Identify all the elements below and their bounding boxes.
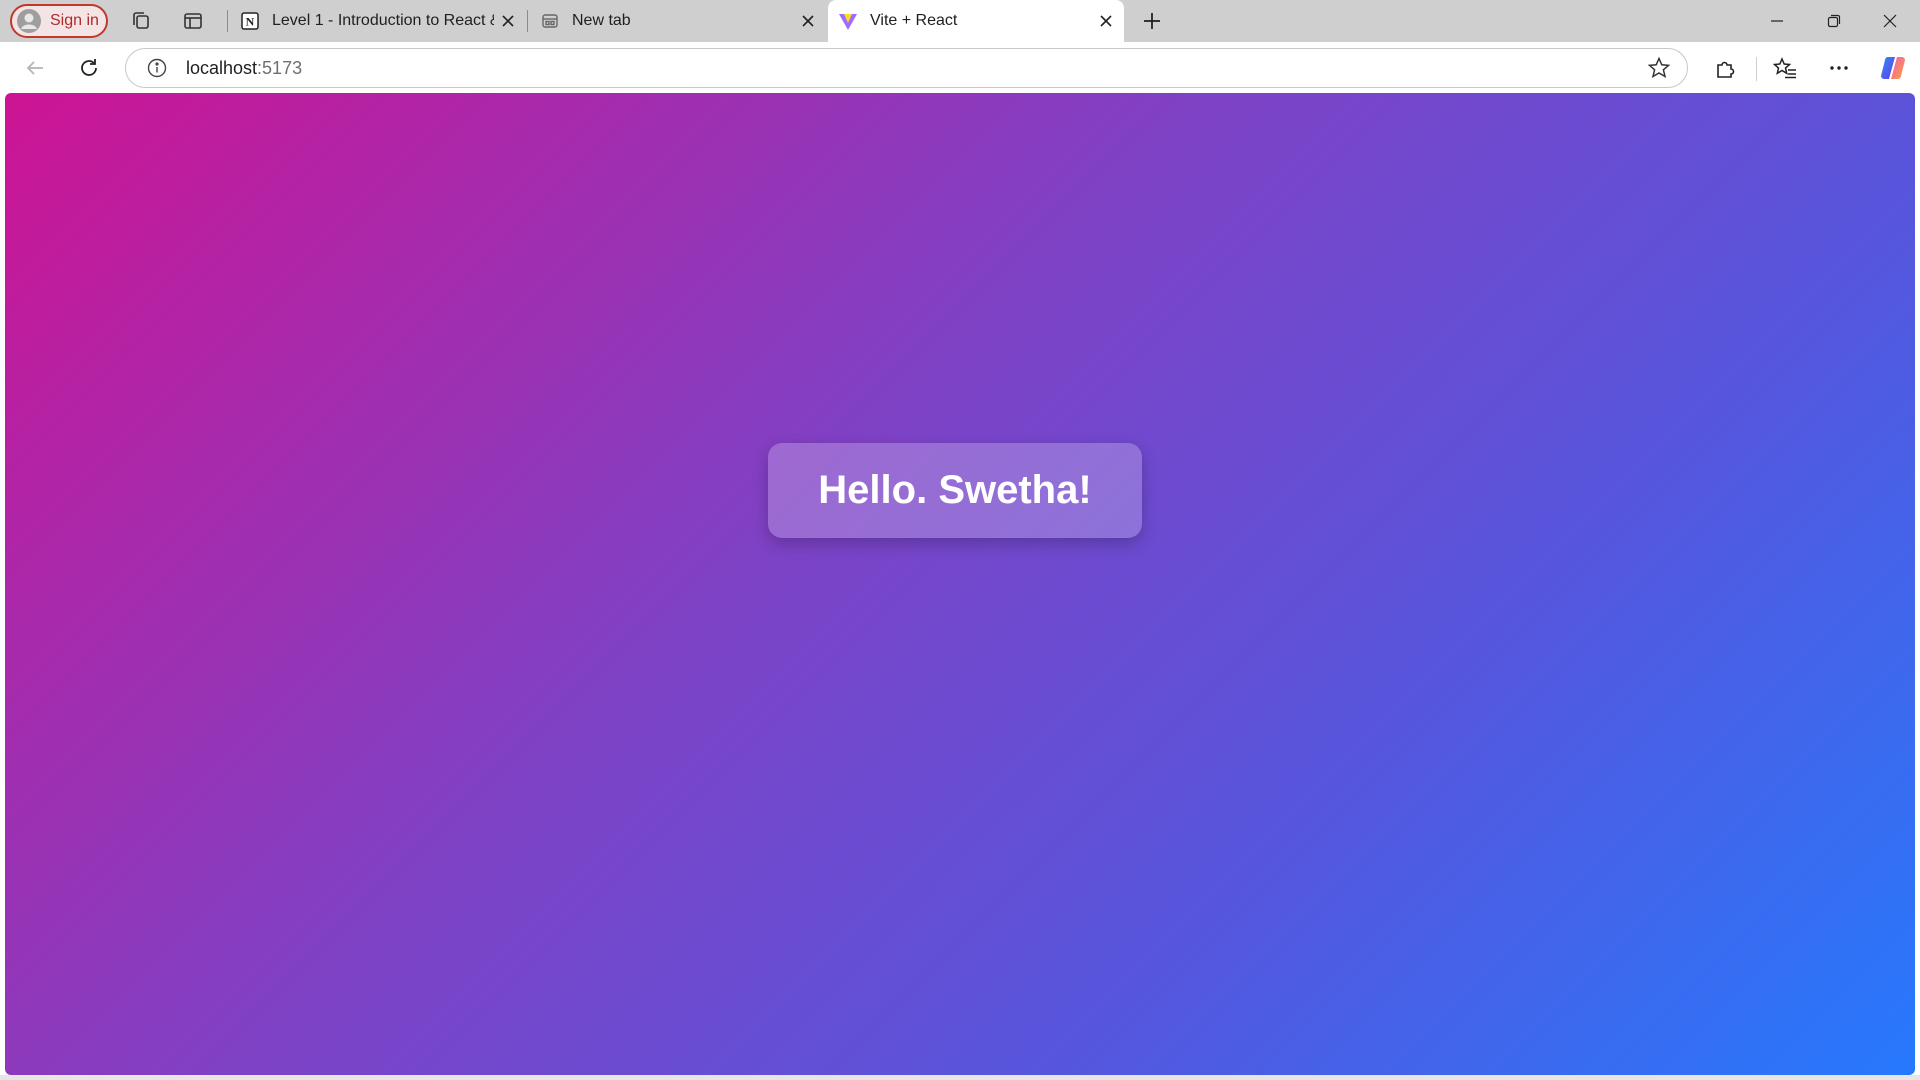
vertical-tabs-icon[interactable]	[178, 6, 208, 36]
restore-button[interactable]	[1806, 0, 1862, 42]
more-button[interactable]	[1822, 51, 1856, 85]
tab-title: Level 1 - Introduction to React &	[272, 12, 494, 29]
svg-text:N: N	[246, 15, 255, 29]
refresh-button[interactable]	[72, 51, 106, 85]
close-tab-icon[interactable]	[1092, 7, 1120, 35]
profile-icon	[16, 8, 42, 34]
tab-separator	[227, 10, 228, 32]
tab-separator	[527, 10, 528, 32]
refresh-icon	[81, 59, 97, 76]
copilot-button[interactable]	[1876, 51, 1910, 85]
tab-title: Vite + React	[870, 12, 958, 29]
vite-icon	[838, 11, 858, 31]
extensions-button[interactable]	[1708, 51, 1742, 85]
workspaces-icon[interactable]	[126, 6, 156, 36]
puzzle-icon	[1717, 61, 1735, 78]
toolbar-separator	[1756, 57, 1757, 81]
close-icon	[1883, 14, 1897, 28]
tab-new-tab[interactable]: New tab	[530, 0, 826, 42]
new-tab-page-icon	[540, 11, 560, 31]
address-bar[interactable]: localhost:5173	[125, 48, 1688, 88]
new-tab-button[interactable]	[1137, 6, 1167, 36]
favorites-button[interactable]	[1768, 51, 1802, 85]
greeting-card: Hello. Swetha!	[768, 443, 1142, 538]
back-button[interactable]	[18, 51, 52, 85]
tab-level-1[interactable]: N Level 1 - Introduction to React &	[230, 0, 526, 42]
minimize-button[interactable]	[1749, 0, 1805, 42]
close-tab-icon[interactable]	[494, 7, 522, 35]
star-icon[interactable]	[1647, 56, 1671, 80]
close-tab-icon[interactable]	[794, 7, 822, 35]
minimize-icon	[1771, 20, 1783, 22]
page-content	[5, 93, 1915, 1075]
ellipsis-icon	[1830, 66, 1848, 70]
tab-strip: Sign in N Level 1 - Introduction to Reac…	[0, 0, 1920, 42]
back-arrow-icon	[26, 61, 43, 75]
info-icon[interactable]	[146, 57, 168, 79]
notion-icon: N	[240, 11, 260, 31]
close-window-button[interactable]	[1862, 0, 1918, 42]
url-host: localhost	[186, 58, 258, 78]
tab-vite-react[interactable]: Vite + React	[828, 0, 1124, 42]
window-bottom-edge	[0, 1075, 1920, 1080]
greeting-text: Hello. Swetha!	[818, 468, 1092, 512]
tab-title: New tab	[572, 12, 631, 29]
plus-icon	[1144, 13, 1160, 29]
favorites-icon	[1773, 57, 1796, 79]
url-text: localhost:5173	[186, 58, 302, 79]
copilot-icon	[1881, 57, 1905, 79]
url-port: :5173	[257, 58, 303, 78]
sign-in-button[interactable]: Sign in	[10, 4, 108, 38]
browser-toolbar: localhost:5173	[0, 42, 1920, 92]
restore-icon	[1827, 14, 1841, 28]
sign-in-label: Sign in	[50, 12, 99, 29]
